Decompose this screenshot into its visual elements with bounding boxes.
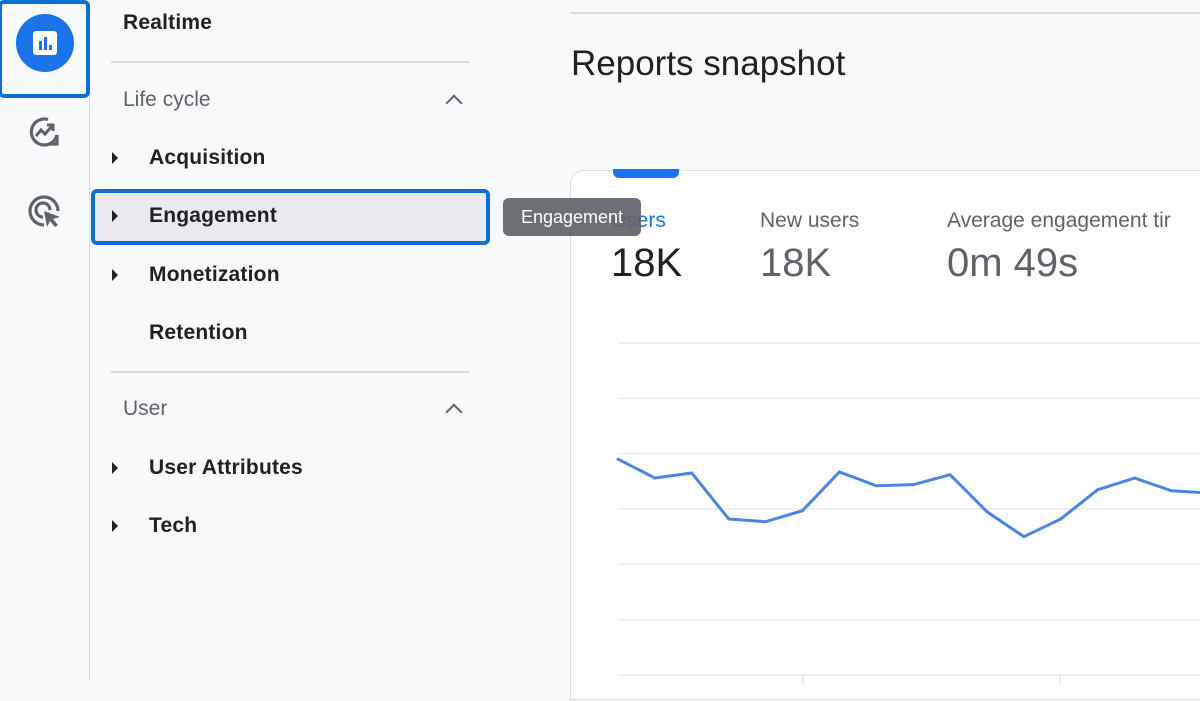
page-title: Reports snapshot [571,44,846,83]
caret-right-icon[interactable] [112,210,118,222]
section-header-user[interactable]: User [123,397,167,421]
reports-icon-background [16,14,74,72]
metric-label: New users [760,209,860,232]
series-line-users [617,457,1200,539]
data-point [1022,535,1026,539]
metric-value: 0m 49s [947,241,1079,285]
data-point [837,470,841,474]
nav-item-retention[interactable]: Retention [149,321,248,345]
nav-divider [111,371,469,373]
nav-item-monetization[interactable]: Monetization [149,263,280,287]
explore-trend-icon [29,117,59,147]
reports-nav-panel: Realtime Life cycle Acquisition Engageme… [91,0,570,681]
data-point [1170,489,1173,493]
nav-item-acquisition[interactable]: Acquisition [149,146,266,170]
chevron-up-icon[interactable] [445,94,463,112]
nav-item-tech[interactable]: Tech [149,514,197,538]
data-point [727,517,731,521]
rail-item-explore[interactable] [0,102,90,162]
header-divider [570,12,1200,14]
metric-value: 18K [760,241,832,285]
data-point [911,483,915,487]
data-point [985,510,989,514]
caret-right-icon[interactable] [112,520,118,532]
metric-label: Average engagement tir [947,209,1171,232]
nav-item-user-attributes[interactable]: User Attributes [149,456,303,480]
active-tab-indicator [613,169,679,178]
caret-right-icon[interactable] [112,462,118,474]
metric-tab-avg-engagement-time[interactable]: Average engagement tir 0m 49s [947,209,1171,286]
data-point [1096,488,1100,492]
rail-item-advertising[interactable] [0,182,90,242]
bar-chart-icon [33,31,57,55]
data-point [1133,476,1137,480]
data-point [801,509,804,513]
metric-tab-new-users[interactable]: New users 18K [760,209,859,286]
tooltip: Engagement [503,198,641,236]
nav-item-engagement[interactable]: Engagement [149,204,277,228]
caret-right-icon[interactable] [112,269,118,281]
snapshot-card: Users 18K New users 18K Average engageme… [570,169,1200,700]
metric-value: 18K [611,241,683,285]
data-point [690,471,694,475]
data-point [948,473,952,477]
nav-divider [111,61,469,63]
data-point [1059,517,1063,521]
data-point [616,457,620,461]
data-point [874,484,878,488]
users-line-chart [616,342,1200,685]
data-point [764,520,768,524]
rail-item-reports[interactable] [0,13,90,73]
data-point [653,476,657,480]
icon-rail [0,0,90,681]
caret-right-icon[interactable] [112,152,118,164]
target-cursor-icon [28,195,60,227]
chevron-up-icon[interactable] [445,403,463,421]
main-content: Reports snapshot Users 18K New users 18K… [570,0,1200,700]
section-header-life-cycle[interactable]: Life cycle [123,88,211,112]
nav-item-realtime[interactable]: Realtime [123,11,212,35]
